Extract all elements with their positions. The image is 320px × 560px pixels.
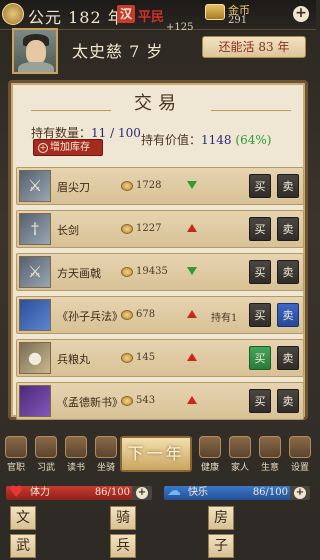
official-hat-icon xyxy=(5,436,27,458)
plus-icon: + xyxy=(38,143,48,153)
item-name: 眉尖刀 xyxy=(57,181,90,194)
list-item: 《孟德新书》 543 买卖 xyxy=(16,382,304,420)
nav-mount[interactable]: 坐骑 xyxy=(92,436,120,476)
sell-button[interactable]: 卖 xyxy=(277,260,299,284)
dynasty-badge: 汉 xyxy=(117,5,135,23)
literature-action[interactable]: 文 xyxy=(10,506,36,530)
gear-icon xyxy=(289,436,311,458)
avatar[interactable] xyxy=(12,28,58,74)
trend-down-icon xyxy=(187,181,197,189)
item-price: 145 xyxy=(136,352,156,363)
item-name: 长剑 xyxy=(57,224,79,237)
gold-chest-icon xyxy=(205,4,225,20)
trend-up-icon xyxy=(187,224,197,232)
shop-icon xyxy=(259,436,281,458)
trade-panel: 交易 持有数量：11 / 100 + 增加库存 持有价值：1148 (64%) … xyxy=(8,80,308,420)
nav-study[interactable]: 读书 xyxy=(62,436,90,476)
bottom-nav: 官职 习武 读书 坐骑 下一年 健康 家人 生意 设置 xyxy=(0,432,316,480)
coin-icon xyxy=(121,181,133,191)
children-action[interactable]: 子 xyxy=(208,534,234,558)
list-item: ⚔ 眉尖刀 1728 买卖 xyxy=(16,167,304,205)
list-item: † 长剑 1227 买卖 xyxy=(16,210,304,248)
item-name: 《孟德新书》 xyxy=(57,396,123,409)
list-item: ● 兵粮丸 145 买卖 xyxy=(16,339,304,377)
riding-action[interactable]: 骑 xyxy=(110,506,136,530)
family-icon xyxy=(229,436,251,458)
nav-office[interactable]: 官职 xyxy=(2,436,30,476)
trend-up-icon xyxy=(187,353,197,361)
sword-icon: † xyxy=(19,213,51,245)
buy-button[interactable]: 买 xyxy=(249,174,271,198)
coin-icon xyxy=(121,224,133,234)
stamina-bar: ♥ 体力 86/100 + xyxy=(6,482,152,501)
swords-icon xyxy=(35,436,57,458)
house-action[interactable]: 房 xyxy=(208,506,234,530)
buy-button[interactable]: 买 xyxy=(249,303,271,327)
held-count: 持有1 xyxy=(211,313,238,324)
coin-icon xyxy=(121,396,133,406)
remaining-life-badge: 还能活 83 年 xyxy=(202,36,306,58)
cloud-icon: ☁ xyxy=(167,483,181,499)
nav-family[interactable]: 家人 xyxy=(226,436,254,476)
coin-icon xyxy=(121,353,133,363)
coin-icon xyxy=(121,310,133,320)
sell-button[interactable]: 卖 xyxy=(277,389,299,413)
add-gold-button[interactable]: + xyxy=(293,6,309,22)
item-name: 方天画戟 xyxy=(57,267,101,280)
heart-icon: ♥ xyxy=(9,482,24,501)
next-year-button[interactable]: 下一年 xyxy=(120,436,192,472)
character-name-age: 太史慈 7 岁 xyxy=(72,42,164,61)
rank-label: 平民 xyxy=(138,10,165,25)
sell-button[interactable]: 卖 xyxy=(277,174,299,198)
gold-gain: +125 xyxy=(166,22,194,33)
military-action[interactable]: 兵 xyxy=(110,534,136,558)
horse-icon xyxy=(95,436,117,458)
herb-icon xyxy=(199,436,221,458)
sell-button[interactable]: 卖 xyxy=(277,217,299,241)
holding-value: 持有价值：1148 (64%) xyxy=(141,133,272,147)
item-price: 19435 xyxy=(136,266,168,277)
add-stamina-button[interactable]: + xyxy=(136,487,148,499)
item-price: 1728 xyxy=(136,180,162,191)
sell-button[interactable]: 卖 xyxy=(277,303,299,327)
sell-button[interactable]: 卖 xyxy=(277,346,299,370)
coin-icon xyxy=(121,267,133,277)
buy-button[interactable]: 买 xyxy=(249,217,271,241)
purple-book-icon xyxy=(19,385,51,417)
scroll-icon xyxy=(65,436,87,458)
calendar-icon xyxy=(2,3,24,25)
item-price: 543 xyxy=(136,395,156,406)
buy-button[interactable]: 买 xyxy=(249,260,271,284)
year-display: 公元 182 年 xyxy=(28,8,125,27)
item-price: 1227 xyxy=(136,223,162,234)
blade-icon: ⚔ xyxy=(19,170,51,202)
item-price: 678 xyxy=(136,309,156,320)
panel-title: 交易 xyxy=(134,93,182,114)
happiness-bar: ☁ 快乐 86/100 + xyxy=(164,483,310,500)
nav-martial[interactable]: 习武 xyxy=(32,436,60,476)
list-item: ⚔ 方天画戟 19435 买卖 xyxy=(16,253,304,291)
nav-health[interactable]: 健康 xyxy=(196,436,224,476)
list-item: 《孙子兵法》 678 持有1 买卖 xyxy=(16,296,304,334)
trend-down-icon xyxy=(187,267,197,275)
top-bar: 公元 182 年 汉 平民 +125 金币 291 + xyxy=(0,0,316,33)
blue-book-icon xyxy=(19,299,51,331)
add-stock-button[interactable]: + 增加库存 xyxy=(33,139,103,156)
pill-icon: ● xyxy=(19,342,51,374)
trend-up-icon xyxy=(187,396,197,404)
nav-business[interactable]: 生意 xyxy=(256,436,284,476)
gold-value: 291 xyxy=(228,15,248,26)
item-name: 《孙子兵法》 xyxy=(57,310,123,323)
add-happiness-button[interactable]: + xyxy=(294,487,306,499)
trend-up-icon xyxy=(187,310,197,318)
martial-action[interactable]: 武 xyxy=(10,534,36,558)
halberd-icon: ⚔ xyxy=(19,256,51,288)
item-name: 兵粮丸 xyxy=(57,353,90,366)
buy-button[interactable]: 买 xyxy=(249,389,271,413)
nav-settings[interactable]: 设置 xyxy=(286,436,314,476)
buy-button[interactable]: 买 xyxy=(249,346,271,370)
